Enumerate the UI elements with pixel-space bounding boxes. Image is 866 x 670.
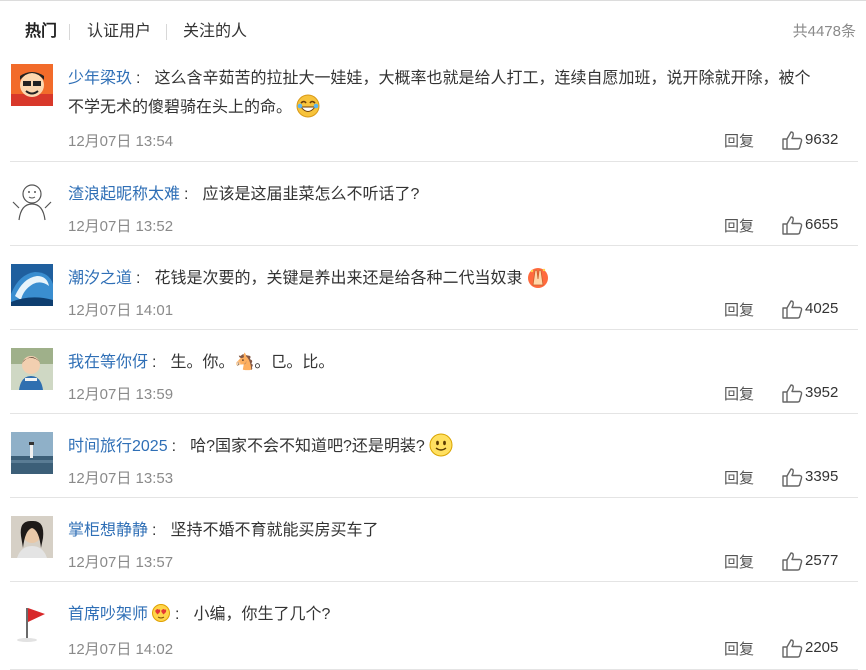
- comment-body: 首席吵架师: 小编，你生了几个?: [68, 600, 854, 629]
- reply-button[interactable]: 回复: [724, 383, 754, 404]
- colon: :: [152, 354, 157, 371]
- avatar[interactable]: [11, 432, 53, 474]
- comment-body: 时间旅行2025: 哈?国家不会不知道吧?还是明装?: [68, 432, 854, 461]
- avatar[interactable]: [11, 180, 53, 222]
- comment-body: 潮汐之道: 花钱是次要的，关键是养出来还是给各种二代当奴隶: [68, 264, 854, 293]
- timestamp: 12月07日 13:54: [68, 133, 174, 150]
- like-count: 2205: [805, 639, 839, 656]
- avatar[interactable]: [11, 64, 53, 106]
- colon: :: [184, 186, 189, 203]
- thumbs-up-icon: [782, 216, 803, 235]
- reply-button[interactable]: 回复: [724, 467, 754, 488]
- total-count: 共4478条: [792, 23, 856, 40]
- username[interactable]: 我在等你伢: [68, 354, 148, 371]
- reply-button[interactable]: 回复: [724, 299, 754, 320]
- smiley-emoji-icon: [429, 433, 453, 457]
- avatar[interactable]: [11, 600, 53, 642]
- like-count: 6655: [805, 216, 839, 233]
- reply-button[interactable]: 回复: [724, 130, 754, 151]
- tab-following[interactable]: 关注的人: [183, 20, 247, 44]
- username[interactable]: 首席吵架师: [68, 606, 148, 623]
- comment-body: 少年梁玖: 这么含辛茹苦的拉扯大一娃娃，大概率也就是给人打工，连续自愿加班，说开除…: [68, 64, 854, 122]
- tab-divider: [166, 24, 167, 40]
- comment-item: 首席吵架师: 小编，你生了几个? 12月07日 14:02 回复 2205: [0, 582, 866, 670]
- laughing-tears-emoji-icon: [296, 94, 320, 118]
- comment-text: 应该是这届韭菜怎么不听话了?: [202, 186, 420, 203]
- username[interactable]: 少年梁玖: [68, 70, 132, 87]
- thumbs-up-icon: [782, 468, 803, 487]
- thumbs-up-icon: [782, 639, 803, 658]
- comment-item: 潮汐之道: 花钱是次要的，关键是养出来还是给各种二代当奴隶 12月07日 14:0…: [0, 246, 866, 330]
- praying-hands-emoji-icon: [526, 265, 550, 289]
- reply-button[interactable]: 回复: [724, 551, 754, 572]
- comment-item: 时间旅行2025: 哈?国家不会不知道吧?还是明装? 12月07日 13:53 回…: [0, 414, 866, 498]
- colon: :: [136, 70, 141, 87]
- avatar[interactable]: [11, 348, 53, 390]
- reply-button[interactable]: 回复: [724, 215, 754, 236]
- comment-text: 这么含辛茹苦的拉扯大一娃娃，大概率也就是给人打工，连续自愿加班，说开除就开除，被…: [154, 70, 811, 87]
- like-count: 4025: [805, 300, 839, 317]
- tab-hot[interactable]: 热门: [25, 20, 57, 44]
- comment-text-continued: 不学无术的傻碧骑在头上的命。: [68, 99, 293, 116]
- username[interactable]: 时间旅行2025: [68, 438, 168, 455]
- timestamp: 12月07日 13:57: [68, 554, 174, 571]
- comment-body: 渣浪起昵称太难: 应该是这届韭菜怎么不听话了?: [68, 180, 854, 209]
- comment-item: 我在等你伢: 生。你。🐴。㔾。比。 12月07日 13:59 回复 3952: [0, 330, 866, 414]
- colon: :: [175, 606, 180, 623]
- username[interactable]: 掌柜想静静: [68, 522, 148, 539]
- timestamp: 12月07日 14:02: [68, 641, 174, 658]
- comment-text: 花钱是次要的，关键是养出来还是给各种二代当奴隶: [154, 270, 523, 287]
- timestamp: 12月07日 13:53: [68, 470, 174, 487]
- comment-item: 少年梁玖: 这么含辛茹苦的拉扯大一娃娃，大概率也就是给人打工，连续自愿加班，说开除…: [0, 46, 866, 162]
- reply-button[interactable]: 回复: [724, 638, 754, 659]
- comment-item: 渣浪起昵称太难: 应该是这届韭菜怎么不听话了? 12月07日 13:52 回复 6…: [0, 162, 866, 246]
- timestamp: 12月07日 13:59: [68, 386, 174, 403]
- colon: :: [136, 270, 141, 287]
- comment-text: 坚持不婚不育就能买房买车了: [170, 522, 379, 539]
- avatar[interactable]: [11, 516, 53, 558]
- username[interactable]: 潮汐之道: [68, 270, 132, 287]
- timestamp: 12月07日 14:01: [68, 302, 174, 319]
- comment-item: 掌柜想静静: 坚持不婚不育就能买房买车了 12月07日 13:57 回复 2577: [0, 498, 866, 582]
- tab-verified-users[interactable]: 认证用户: [87, 20, 151, 44]
- comment-body: 我在等你伢: 生。你。🐴。㔾。比。: [68, 348, 854, 377]
- like-count: 3395: [805, 468, 839, 485]
- colon: :: [152, 522, 157, 539]
- colon: :: [171, 438, 177, 455]
- comment-text: 哈?国家不会不知道吧?还是明装?: [190, 438, 425, 455]
- thumbs-up-icon: [782, 384, 803, 403]
- like-count: 2577: [805, 552, 839, 569]
- tab-divider: [69, 24, 70, 40]
- comment-body: 掌柜想静静: 坚持不婚不育就能买房买车了: [68, 516, 854, 545]
- like-count: 9632: [805, 131, 839, 148]
- crown-heart-badge-icon: [151, 602, 171, 622]
- thumbs-up-icon: [782, 131, 803, 150]
- thumbs-up-icon: [782, 300, 803, 319]
- username[interactable]: 渣浪起昵称太难: [68, 186, 180, 203]
- thumbs-up-icon: [782, 552, 803, 571]
- comment-text: 小编，你生了几个?: [193, 606, 331, 623]
- avatar[interactable]: [11, 264, 53, 306]
- timestamp: 12月07日 13:52: [68, 218, 174, 235]
- like-count: 3952: [805, 384, 839, 401]
- comment-text: 生。你。🐴。㔾。比。: [170, 354, 335, 371]
